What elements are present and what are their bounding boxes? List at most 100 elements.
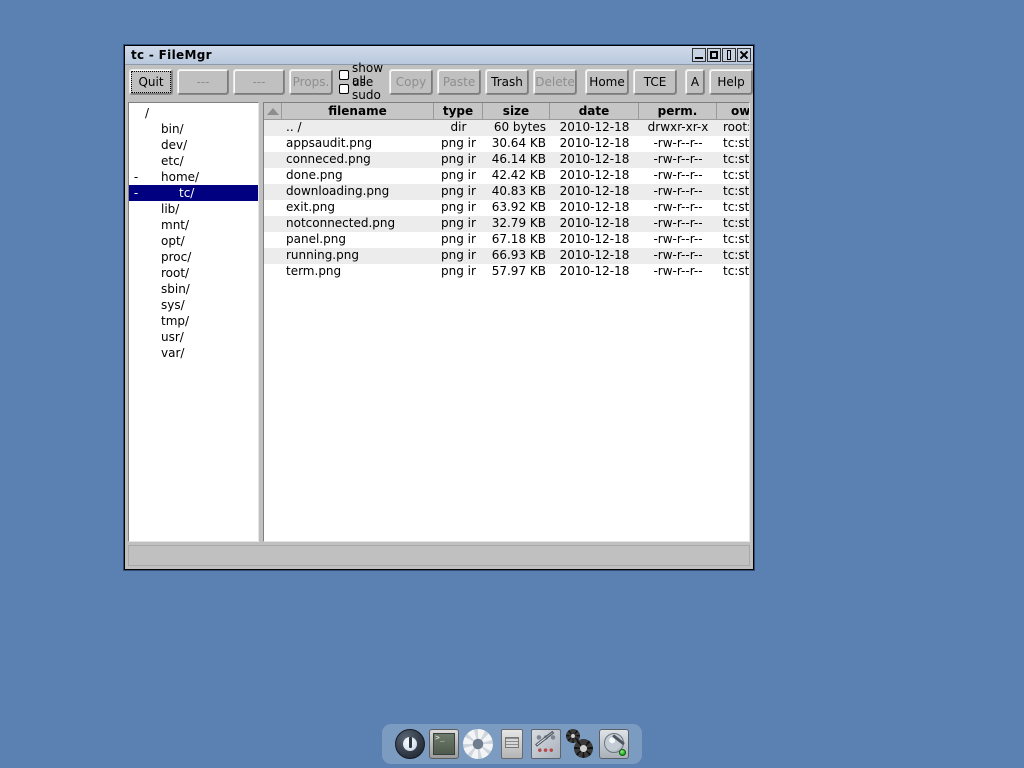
minimize-icon[interactable] [692,48,706,62]
column-header-date[interactable]: date [550,103,639,120]
file-cell-type: png ir [434,232,483,248]
tree-item-mnt[interactable]: mnt/ [129,217,258,233]
table-row[interactable]: exit.pngpng ir63.92 KB2010-12-18-rw-r--r… [264,200,749,216]
file-cell-owner: tc:staff [717,232,750,248]
use-sudo-checkbox[interactable]: use sudo [339,82,383,96]
a-button[interactable]: A [685,69,705,95]
gear-icon[interactable] [463,729,493,759]
sort-ascending-icon[interactable] [264,103,282,120]
file-cell-owner: tc:staff [717,152,750,168]
file-list-pane[interactable]: filename type size date perm. owner .. /… [263,102,750,542]
tree-item-proc[interactable]: proc/ [129,249,258,265]
file-cell-name: .. / [282,120,434,136]
file-cell-name: exit.png [282,200,434,216]
directory-tree-pane[interactable]: /bin/dev/etc/ - home/-tc/lib/mnt/opt/proc/… [128,102,259,542]
file-cell-type: png ir [434,200,483,216]
tree-item-label: mnt/ [161,218,189,232]
power-icon[interactable] [395,729,425,759]
file-cell-size: 46.14 KB [483,152,550,168]
column-header-size[interactable]: size [483,103,550,120]
tree-item-sbin[interactable]: sbin/ [129,281,258,297]
row-gutter [264,184,282,200]
double-gear-icon[interactable] [565,729,595,759]
table-row[interactable]: term.pngpng ir57.97 KB2010-12-18-rw-r--r… [264,264,749,280]
file-cell-size: 63.92 KB [483,200,550,216]
tree-item-label: home/ [161,170,199,184]
file-cell-owner: tc:staff [717,248,750,264]
file-cell-type: dir [434,120,483,136]
table-row[interactable]: .. /dir60 bytes2010-12-18drwxr-xr-xroot:… [264,120,749,136]
shade-icon[interactable] [722,48,736,62]
tree-expander-icon[interactable]: - [129,171,143,183]
file-cell-size: 32.79 KB [483,216,550,232]
file-cell-date: 2010-12-18 [550,168,639,184]
tree-item-etc[interactable]: etc/ [129,153,258,169]
props-button[interactable]: Props. [289,69,333,95]
table-row[interactable]: downloading.pngpng ir40.83 KB2010-12-18-… [264,184,749,200]
column-header-owner[interactable]: owner [717,103,750,120]
file-cell-name: term.png [282,264,434,280]
window-title: tc - FileMgr [131,48,691,62]
maximize-icon[interactable] [707,48,721,62]
column-header-filename[interactable]: filename [282,103,434,120]
table-row[interactable]: running.pngpng ir66.93 KB2010-12-18-rw-r… [264,248,749,264]
home-button[interactable]: Home [585,69,629,95]
delete-button[interactable]: Delete [533,69,577,95]
tree-item-tmp[interactable]: tmp/ [129,313,258,329]
trash-button[interactable]: Trash [485,69,529,95]
paste-button[interactable]: Paste [437,69,481,95]
column-header-type[interactable]: type [434,103,483,120]
quit-button[interactable]: Quit [129,69,173,95]
tree-item-tc[interactable]: -tc/ [129,185,258,201]
file-cell-size: 57.97 KB [483,264,550,280]
tree-expander-icon[interactable]: - [129,187,143,199]
file-cell-perm: -rw-r--r-- [639,216,717,232]
tree-item-label: opt/ [161,234,185,248]
tree-item-var[interactable]: var/ [129,345,258,361]
tree-item-[interactable]: / [129,105,258,121]
help-button[interactable]: Help [709,69,753,95]
column-header-perm[interactable]: perm. [639,103,717,120]
file-cell-date: 2010-12-18 [550,184,639,200]
tree-item-lib[interactable]: lib/ [129,201,258,217]
drawer-box-icon[interactable] [501,729,523,759]
table-row[interactable]: conneced.pngpng ir46.14 KB2010-12-18-rw-… [264,152,749,168]
row-gutter [264,200,282,216]
hard-disk-icon[interactable] [599,729,629,759]
table-row[interactable]: appsaudit.pngpng ir30.64 KB2010-12-18-rw… [264,136,749,152]
terminal-icon[interactable] [429,729,459,759]
file-cell-perm: -rw-r--r-- [639,136,717,152]
file-cell-date: 2010-12-18 [550,264,639,280]
window-titlebar[interactable]: tc - FileMgr [125,46,753,65]
tree-item-root[interactable]: root/ [129,265,258,281]
toolbar-checkboxes: show all use sudo [339,68,383,96]
table-row[interactable]: done.pngpng ir42.42 KB2010-12-18-rw-r--r… [264,168,749,184]
window-controls [691,48,751,62]
tree-item-dev[interactable]: dev/ [129,137,258,153]
tree-item-sys[interactable]: sys/ [129,297,258,313]
file-cell-date: 2010-12-18 [550,248,639,264]
copy-button[interactable]: Copy [389,69,433,95]
blank-button-2[interactable]: --- [233,69,285,95]
tree-item-label: sbin/ [161,282,190,296]
file-cell-owner: tc:staff [717,184,750,200]
row-gutter [264,216,282,232]
tree-item-usr[interactable]: usr/ [129,329,258,345]
tree-item-bin[interactable]: bin/ [129,121,258,137]
tree-item-home[interactable]: - home/ [129,169,258,185]
panes-container: /bin/dev/etc/ - home/-tc/lib/mnt/opt/proc/… [128,102,750,542]
tce-button[interactable]: TCE [633,69,677,95]
row-gutter [264,152,282,168]
table-row[interactable]: notconnected.pngpng ir32.79 KB2010-12-18… [264,216,749,232]
file-cell-perm: drwxr-xr-x [639,120,717,136]
tree-item-opt[interactable]: opt/ [129,233,258,249]
close-icon[interactable] [737,48,751,62]
row-gutter [264,264,282,280]
table-row[interactable]: panel.pngpng ir67.18 KB2010-12-18-rw-r--… [264,232,749,248]
blank-button-1[interactable]: --- [177,69,229,95]
file-cell-date: 2010-12-18 [550,232,639,248]
file-cell-date: 2010-12-18 [550,136,639,152]
control-panel-icon[interactable] [531,729,561,759]
file-cell-name: conneced.png [282,152,434,168]
tree-item-label: var/ [161,346,184,360]
